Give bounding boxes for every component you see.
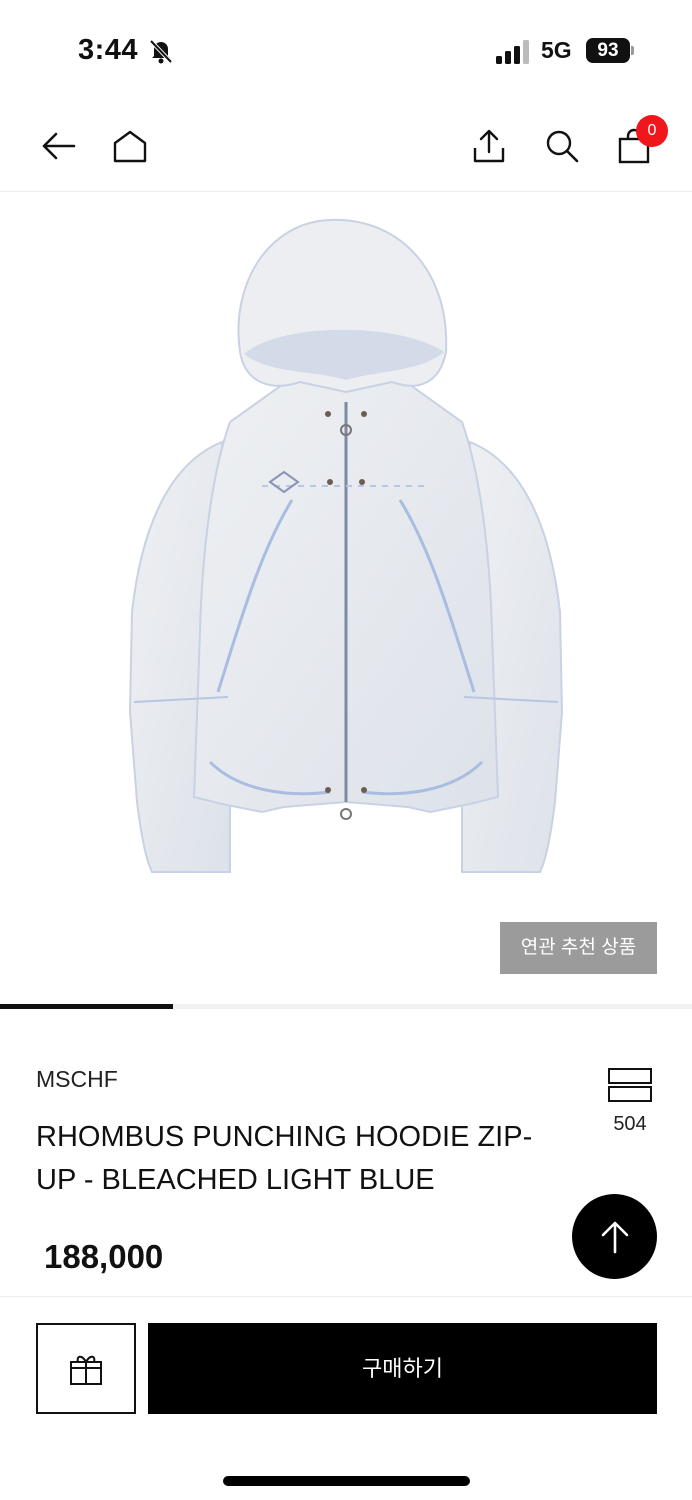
nav-bar — [0, 100, 692, 192]
scroll-to-top-button[interactable] — [572, 1194, 657, 1279]
gift-icon — [70, 1355, 102, 1385]
network-label: 5G — [541, 37, 572, 63]
share-icon — [473, 129, 505, 163]
gallery-indicator-progress — [0, 1004, 173, 1009]
stack-icon — [608, 1068, 652, 1102]
cart-count-badge: 0 — [636, 115, 668, 147]
status-bar: 3:44 5G 93 — [0, 0, 692, 100]
back-arrow-icon — [42, 132, 76, 160]
gift-button[interactable] — [36, 1323, 136, 1414]
battery-cap — [631, 46, 634, 55]
hoodie-illustration — [128, 218, 564, 873]
product-title: RHOMBUS PUNCHING HOODIE ZIP-UP - BLEACHE… — [36, 1121, 533, 1196]
back-button[interactable] — [36, 124, 80, 168]
status-time: 3:44 — [78, 34, 139, 66]
brand-name[interactable]: MSCHF — [36, 1066, 118, 1093]
wishlist-count: 504 — [613, 1113, 647, 1135]
bell-off-icon — [149, 39, 173, 64]
wishlist-button[interactable]: 504 — [600, 1068, 660, 1136]
home-indicator — [223, 1476, 470, 1486]
home-button[interactable] — [108, 124, 152, 168]
arrow-up-icon — [601, 1221, 628, 1253]
product-price: 188,000 — [44, 1238, 164, 1275]
search-icon — [546, 130, 579, 163]
search-button[interactable] — [540, 124, 584, 168]
buy-button[interactable]: 구매하기 — [148, 1323, 657, 1414]
share-button[interactable] — [467, 124, 511, 168]
product-image[interactable] — [0, 192, 692, 1004]
home-icon — [113, 130, 147, 163]
signal-icon — [496, 40, 529, 64]
battery-icon: 93 — [586, 38, 630, 63]
related-products-button[interactable]: 연관 추천 상품 — [500, 922, 657, 974]
